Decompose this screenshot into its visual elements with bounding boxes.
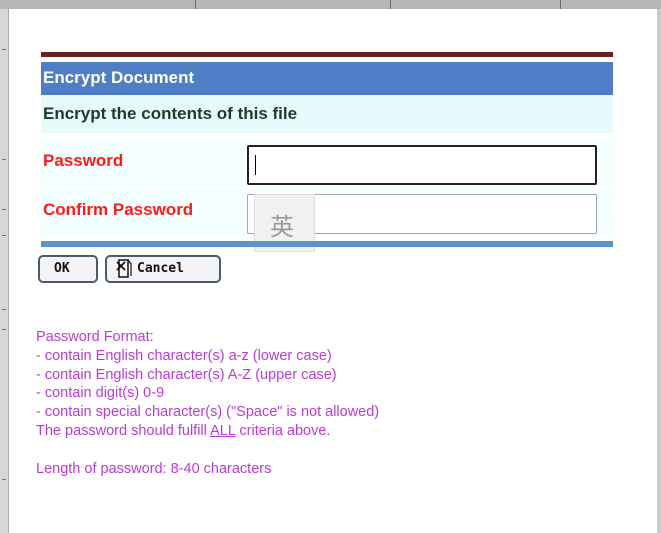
notes-rule: - contain English character(s) A-Z (uppe… [36,366,337,383]
notes-fulfill-prefix: The password should fulfill [36,422,211,439]
confirm-password-label: Confirm Password [43,200,194,219]
window-frame-left [0,9,9,533]
cancel-icon [116,259,132,278]
encrypt-dialog: Encrypt Document Encrypt the contents of… [10,9,657,533]
notes-rule: - contain digit(s) 0-9 [36,385,165,402]
cancel-button[interactable]: Cancel [105,255,221,283]
notes-fulfill-suffix: criteria above. [235,422,331,439]
window-frame-right [657,9,661,533]
password-input[interactable] [247,145,597,185]
ok-button[interactable]: OK [38,255,98,283]
dialog-subtitle-bar: Encrypt the contents of this file [41,95,613,133]
notes-fulfill-line: The password should fulfill ALL criteria… [36,422,616,441]
password-row: Password [41,141,613,187]
dialog-title-bar: Encrypt Document [41,62,613,95]
notes-length: Length of password: 8-40 characters [36,460,272,477]
password-label: Password [43,151,124,170]
dialog-subtitle: Encrypt the contents of this file [43,104,298,123]
confirm-password-row: Confirm Password [41,190,613,236]
notes-rule: - contain English character(s) a-z (lowe… [36,347,332,364]
ok-button-label: OK [54,261,70,276]
window-frame-top [0,0,661,9]
header-rule [41,52,613,57]
notes-fulfill-emphasis: ALL [210,422,236,439]
ime-indicator-label: 英 [270,213,294,241]
password-format-notes: Password Format: - contain English chara… [36,328,616,478]
notes-rule: - contain special character(s) ("Space" … [36,404,380,421]
notes-heading: Password Format: [36,329,154,345]
footer-rule [41,241,613,247]
text-caret [255,155,256,175]
dialog-title: Encrypt Document [43,68,195,87]
cancel-button-label: Cancel [137,261,184,276]
